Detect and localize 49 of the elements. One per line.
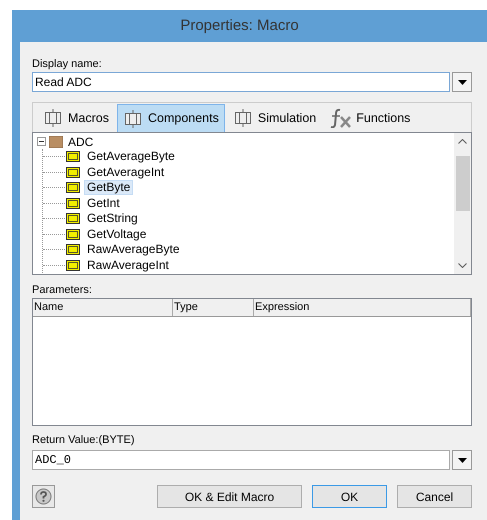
dialog-button[interactable]: OK & Edit Macro bbox=[157, 485, 302, 508]
tree-item[interactable]: GetVoltage bbox=[84, 226, 150, 242]
scroll-thumb[interactable] bbox=[456, 156, 470, 211]
tree-item[interactable]: GetByte bbox=[84, 180, 134, 196]
help-button[interactable] bbox=[32, 485, 55, 508]
dialog-button[interactable]: OK bbox=[312, 485, 387, 508]
caret-icon bbox=[458, 458, 466, 462]
component-icon bbox=[66, 198, 80, 209]
expander-icon[interactable] bbox=[37, 137, 46, 146]
component-icon bbox=[43, 108, 63, 128]
folder-icon bbox=[49, 136, 63, 148]
section-label: Parameters: bbox=[32, 283, 93, 298]
dropdown-button[interactable] bbox=[452, 450, 472, 470]
tree-item[interactable]: RawAverageInt bbox=[84, 258, 172, 273]
component-icon bbox=[66, 166, 80, 178]
tab[interactable]: Functions bbox=[324, 104, 416, 132]
help-icon bbox=[35, 488, 52, 505]
tab[interactable]: Components bbox=[116, 104, 225, 132]
field-label: Return Value:(BYTE) bbox=[32, 433, 136, 448]
tree-item[interactable]: GetAverageByte bbox=[84, 149, 178, 164]
column-header[interactable]: Name bbox=[33, 299, 173, 316]
component-icon bbox=[122, 108, 143, 128]
scroll-up-icon[interactable] bbox=[458, 139, 467, 144]
component-icon bbox=[66, 182, 80, 194]
tree-item[interactable]: GetString bbox=[84, 211, 141, 226]
component-icon bbox=[66, 244, 80, 256]
window-title: Properties: Macro bbox=[180, 16, 299, 36]
column-header[interactable]: Type bbox=[173, 299, 254, 316]
return-value-field[interactable]: ADC_0 bbox=[32, 450, 450, 470]
component-icon bbox=[66, 228, 80, 240]
dialog-button[interactable]: Cancel bbox=[397, 485, 472, 508]
scrollbar[interactable] bbox=[454, 133, 471, 274]
component-icon bbox=[66, 260, 80, 271]
tab[interactable]: Macros bbox=[37, 104, 115, 132]
tree-item[interactable]: GetInt bbox=[84, 196, 123, 211]
scroll-down-icon[interactable] bbox=[458, 263, 467, 268]
tree-item[interactable]: GetAverageInt bbox=[84, 164, 168, 180]
tab[interactable]: Simulation bbox=[226, 104, 322, 132]
component-icon bbox=[232, 108, 253, 128]
dropdown-button[interactable] bbox=[452, 72, 472, 92]
tree-item[interactable]: ADC bbox=[68, 134, 94, 148]
tree-item[interactable]: RawAverageByte bbox=[84, 242, 182, 258]
display-name-field[interactable]: Read ADC bbox=[32, 72, 450, 92]
column-header[interactable]: Expression bbox=[254, 299, 471, 316]
caret-icon bbox=[458, 80, 466, 84]
field-label: Display name: bbox=[32, 57, 103, 72]
component-icon bbox=[66, 151, 80, 162]
function-icon bbox=[330, 108, 352, 128]
component-icon bbox=[66, 213, 80, 224]
